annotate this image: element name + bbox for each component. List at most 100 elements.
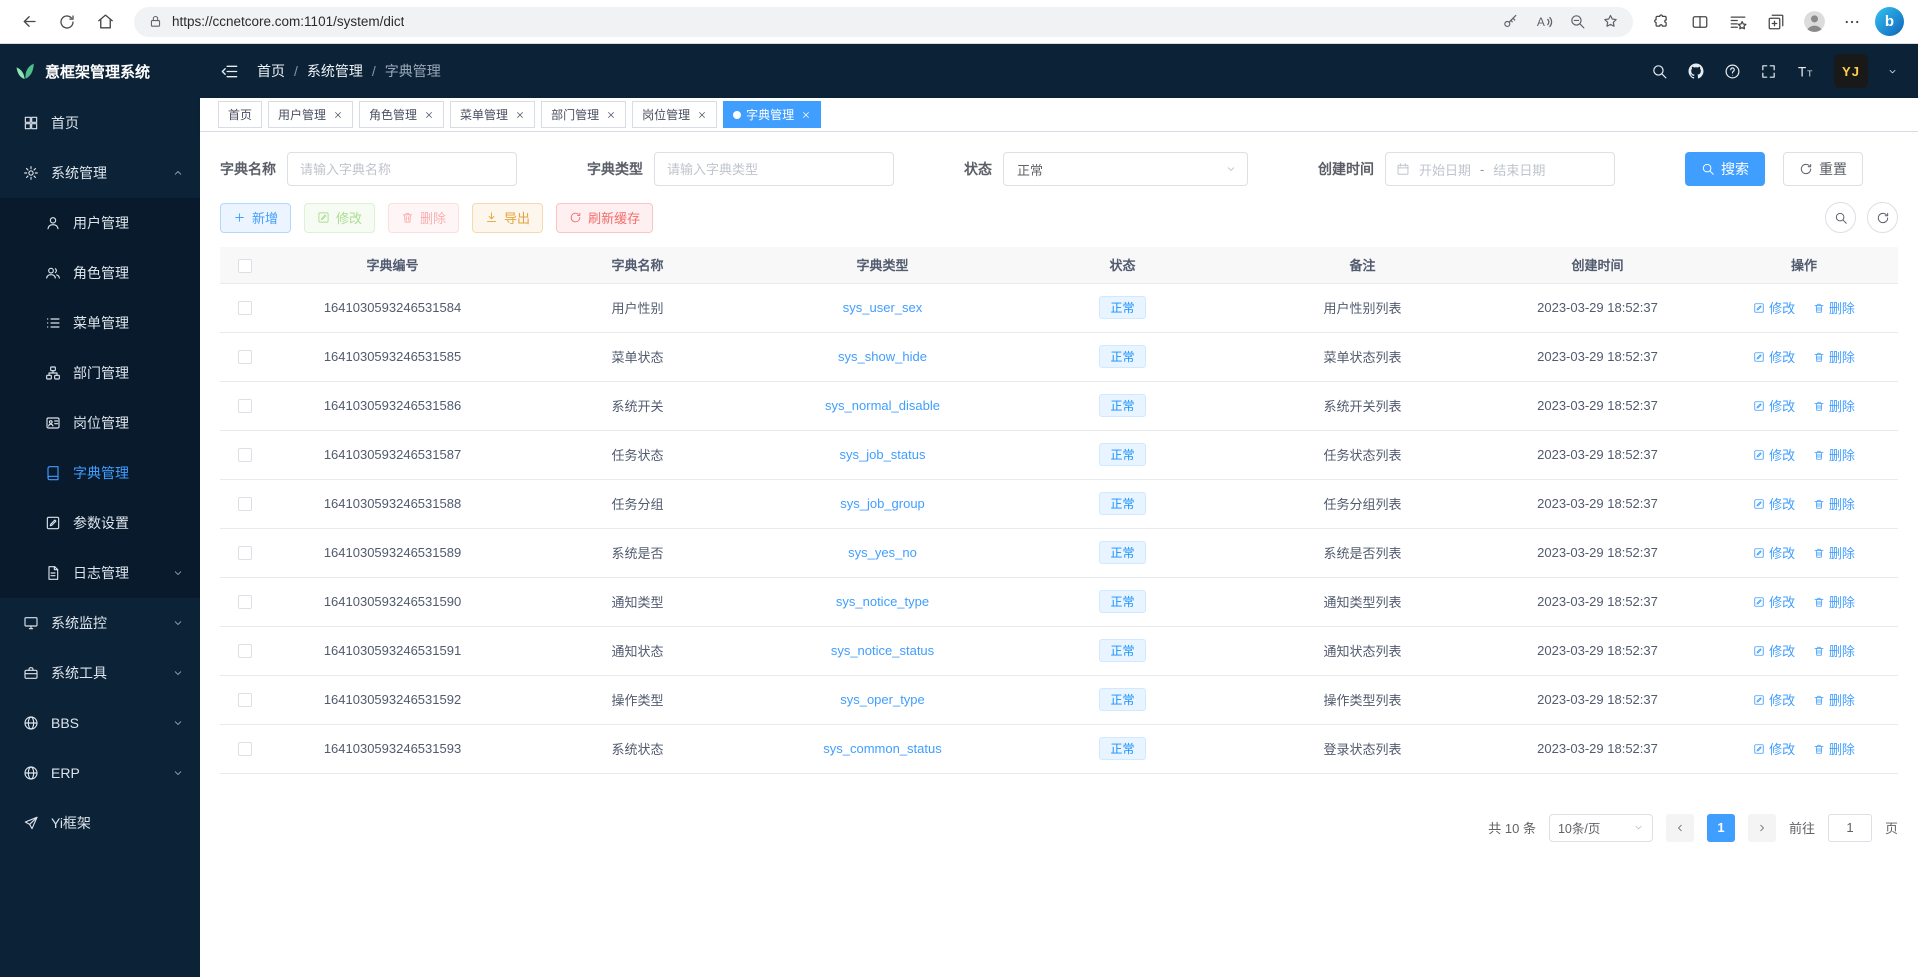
- browser-home-button[interactable]: [86, 3, 124, 41]
- select-all-checkbox[interactable]: [238, 259, 252, 273]
- tab-close-icon[interactable]: [606, 110, 616, 120]
- row-delete-button[interactable]: 删除: [1813, 592, 1855, 611]
- dict-type-link[interactable]: sys_normal_disable: [825, 398, 940, 413]
- goto-page-input[interactable]: [1828, 814, 1872, 842]
- row-edit-button[interactable]: 修改: [1753, 396, 1795, 415]
- header-search-icon[interactable]: [1651, 63, 1668, 80]
- date-range-picker[interactable]: 开始日期 - 结束日期: [1385, 152, 1615, 186]
- zoom-out-icon[interactable]: [1569, 13, 1586, 30]
- reset-button[interactable]: 重置: [1783, 152, 1863, 186]
- sidebar-item-system-tools[interactable]: 系统工具: [0, 648, 200, 698]
- sidebar-item-erp[interactable]: ERP: [0, 748, 200, 798]
- row-edit-button[interactable]: 修改: [1753, 690, 1795, 709]
- collections-icon[interactable]: [1757, 3, 1795, 41]
- delete-button[interactable]: 删除: [388, 203, 459, 233]
- next-page-button[interactable]: [1748, 814, 1776, 842]
- browser-menu-icon[interactable]: [1833, 3, 1871, 41]
- search-button[interactable]: 搜索: [1685, 152, 1765, 186]
- row-checkbox[interactable]: [238, 742, 252, 756]
- sidebar-item-system-mgmt[interactable]: 系统管理: [0, 148, 200, 198]
- browser-address-bar[interactable]: https://ccnetcore.com:1101/system/dict: [134, 7, 1633, 37]
- row-edit-button[interactable]: 修改: [1753, 445, 1795, 464]
- sidebar-item-post-mgmt[interactable]: 岗位管理: [0, 398, 200, 448]
- date-end-placeholder[interactable]: 结束日期: [1493, 160, 1545, 179]
- split-screen-icon[interactable]: [1681, 3, 1719, 41]
- browser-refresh-button[interactable]: [48, 3, 86, 41]
- row-edit-button[interactable]: 修改: [1753, 298, 1795, 317]
- bing-icon[interactable]: b: [1875, 7, 1904, 36]
- dict-type-link[interactable]: sys_notice_type: [836, 594, 929, 609]
- row-delete-button[interactable]: 删除: [1813, 690, 1855, 709]
- dict-type-link[interactable]: sys_oper_type: [840, 692, 925, 707]
- row-checkbox[interactable]: [238, 448, 252, 462]
- row-edit-button[interactable]: 修改: [1753, 641, 1795, 660]
- row-checkbox[interactable]: [238, 546, 252, 560]
- font-size-icon[interactable]: [1796, 62, 1815, 81]
- row-edit-button[interactable]: 修改: [1753, 543, 1795, 562]
- row-delete-button[interactable]: 删除: [1813, 298, 1855, 317]
- sidebar-item-yi-framework[interactable]: Yi框架: [0, 798, 200, 848]
- dict-type-link[interactable]: sys_common_status: [823, 741, 942, 756]
- user-avatar[interactable]: YJ: [1834, 54, 1868, 88]
- row-checkbox[interactable]: [238, 497, 252, 511]
- view-tab[interactable]: 岗位管理: [632, 101, 717, 128]
- row-delete-button[interactable]: 删除: [1813, 543, 1855, 562]
- sidebar-item-menu-mgmt[interactable]: 菜单管理: [0, 298, 200, 348]
- fullscreen-icon[interactable]: [1760, 63, 1777, 80]
- row-checkbox[interactable]: [238, 693, 252, 707]
- dict-type-link[interactable]: sys_job_group: [840, 496, 925, 511]
- sidebar-item-log-mgmt[interactable]: 日志管理: [0, 548, 200, 598]
- view-tab[interactable]: 用户管理: [268, 101, 353, 128]
- export-button[interactable]: 导出: [472, 203, 543, 233]
- favorites-bar-icon[interactable]: [1719, 3, 1757, 41]
- refresh-table-icon[interactable]: [1867, 202, 1898, 233]
- row-delete-button[interactable]: 删除: [1813, 396, 1855, 415]
- row-edit-button[interactable]: 修改: [1753, 494, 1795, 513]
- read-aloud-icon[interactable]: [1535, 13, 1553, 31]
- row-edit-button[interactable]: 修改: [1753, 592, 1795, 611]
- sidebar-collapse-icon[interactable]: [220, 62, 239, 81]
- row-delete-button[interactable]: 删除: [1813, 739, 1855, 758]
- row-delete-button[interactable]: 删除: [1813, 445, 1855, 464]
- refresh-cache-button[interactable]: 刷新缓存: [556, 203, 653, 233]
- tab-close-icon[interactable]: [424, 110, 434, 120]
- row-checkbox[interactable]: [238, 301, 252, 315]
- sidebar-item-dict-mgmt[interactable]: 字典管理: [0, 448, 200, 498]
- password-key-icon[interactable]: [1502, 13, 1519, 30]
- favorites-add-icon[interactable]: [1602, 13, 1619, 30]
- row-checkbox[interactable]: [238, 350, 252, 364]
- add-button[interactable]: 新增: [220, 203, 291, 233]
- dict-type-link[interactable]: sys_show_hide: [838, 349, 927, 364]
- row-checkbox[interactable]: [238, 644, 252, 658]
- toggle-search-icon[interactable]: [1825, 202, 1856, 233]
- sidebar-item-bbs[interactable]: BBS: [0, 698, 200, 748]
- help-icon[interactable]: [1724, 63, 1741, 80]
- dict-type-link[interactable]: sys_yes_no: [848, 545, 917, 560]
- view-tab[interactable]: 首页: [218, 101, 262, 128]
- breadcrumb-item[interactable]: 系统管理: [307, 61, 363, 81]
- view-tab[interactable]: 菜单管理: [450, 101, 535, 128]
- row-edit-button[interactable]: 修改: [1753, 347, 1795, 366]
- prev-page-button[interactable]: [1666, 814, 1694, 842]
- view-tab[interactable]: 部门管理: [541, 101, 626, 128]
- tab-close-icon[interactable]: [333, 110, 343, 120]
- row-delete-button[interactable]: 删除: [1813, 347, 1855, 366]
- row-delete-button[interactable]: 删除: [1813, 494, 1855, 513]
- row-delete-button[interactable]: 删除: [1813, 641, 1855, 660]
- dict-name-input[interactable]: [287, 152, 517, 186]
- sidebar-item-param-settings[interactable]: 参数设置: [0, 498, 200, 548]
- view-tab[interactable]: 角色管理: [359, 101, 444, 128]
- dict-type-link[interactable]: sys_job_status: [840, 447, 926, 462]
- extensions-icon[interactable]: [1643, 3, 1681, 41]
- sidebar-item-dept-mgmt[interactable]: 部门管理: [0, 348, 200, 398]
- profile-avatar[interactable]: [1795, 3, 1833, 41]
- dict-type-input[interactable]: [654, 152, 894, 186]
- row-edit-button[interactable]: 修改: [1753, 739, 1795, 758]
- tab-close-icon[interactable]: [697, 110, 707, 120]
- sidebar-item-role-mgmt[interactable]: 角色管理: [0, 248, 200, 298]
- page-size-select[interactable]: 10条/页: [1549, 814, 1653, 842]
- page-number-button[interactable]: 1: [1707, 814, 1735, 842]
- view-tab[interactable]: 字典管理: [723, 101, 821, 128]
- edit-button[interactable]: 修改: [304, 203, 375, 233]
- dict-type-link[interactable]: sys_user_sex: [843, 300, 922, 315]
